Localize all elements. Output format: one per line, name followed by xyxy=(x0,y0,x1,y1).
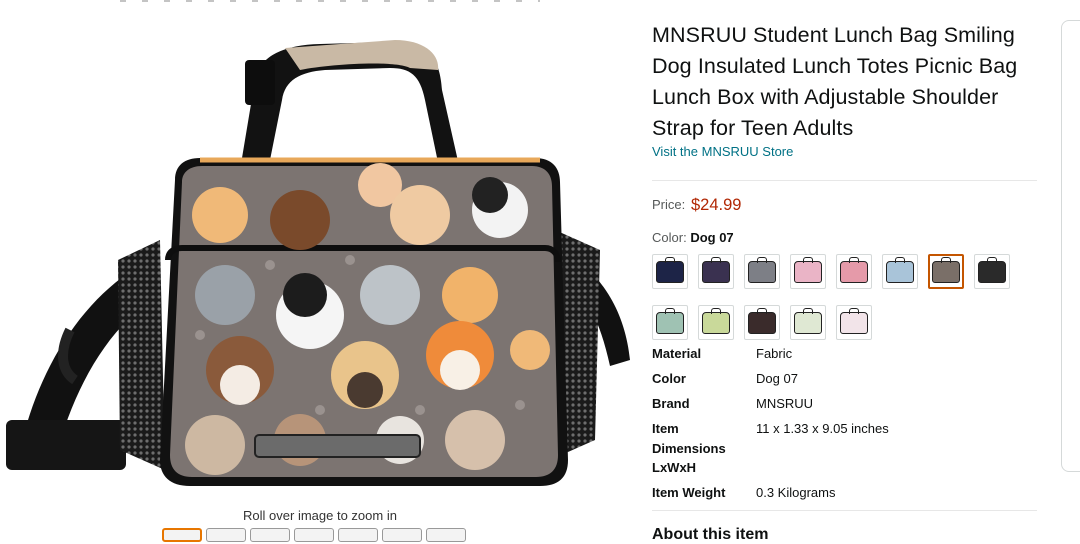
bag-thumbnail-icon xyxy=(748,256,776,283)
spec-key: Item Dimensions LxWxH xyxy=(652,421,726,475)
bag-thumbnail-icon xyxy=(886,256,914,283)
color-swatch-black-red-dogs[interactable] xyxy=(744,305,780,340)
buy-box-edge xyxy=(1061,20,1080,472)
divider xyxy=(652,510,1037,511)
color-swatch-white-pink[interactable] xyxy=(836,305,872,340)
bag-thumbnail-icon xyxy=(702,256,730,283)
color-value: Dog 07 xyxy=(690,230,734,245)
spec-value: 11 x 1.33 x 9.05 inches xyxy=(756,421,889,436)
store-link[interactable]: Visit the MNSRUU Store xyxy=(652,144,793,159)
color-swatch-dog-07[interactable] xyxy=(928,254,964,289)
price: $24.99 xyxy=(691,196,742,214)
color-swatch-black-dogs[interactable] xyxy=(974,254,1010,289)
bag-thumbnail-icon xyxy=(794,307,822,334)
color-swatch-navy-space[interactable] xyxy=(652,254,688,289)
product-title: MNSRUU Student Lunch Bag Smiling Dog Ins… xyxy=(652,23,1018,140)
spec-value: Fabric xyxy=(756,346,793,361)
bag-thumbnail-icon xyxy=(978,256,1006,283)
bag-thumbnail-icon xyxy=(932,256,960,283)
thumbnail[interactable] xyxy=(250,528,290,542)
thumbnail-strip xyxy=(162,528,466,542)
color-swatch-mint-sloths[interactable] xyxy=(652,305,688,340)
thumbnail[interactable] xyxy=(338,528,378,542)
spec-key: Material xyxy=(652,346,702,361)
price-label: Price: xyxy=(652,197,686,212)
spec-value: MNSRUU xyxy=(756,396,814,411)
color-swatch-purple-cats[interactable] xyxy=(698,254,734,289)
spec-key: Item Weight xyxy=(652,485,726,500)
about-heading: About this item xyxy=(652,526,769,543)
bag-thumbnail-icon xyxy=(656,307,684,334)
color-selection-label: Color: Dog 07 xyxy=(652,230,734,245)
thumbnail[interactable] xyxy=(162,528,202,542)
spec-key: Brand xyxy=(652,396,690,411)
thumbnail[interactable] xyxy=(382,528,422,542)
color-swatch-grey-cartoon[interactable] xyxy=(744,254,780,289)
product-image[interactable] xyxy=(0,30,640,500)
spec-value: Dog 07 xyxy=(756,371,798,386)
color-swatch-pink-flamingo[interactable] xyxy=(836,254,872,289)
bag-thumbnail-icon xyxy=(748,307,776,334)
divider xyxy=(652,180,1037,181)
thumbnail[interactable] xyxy=(426,528,466,542)
bag-thumbnail-icon xyxy=(794,256,822,283)
bag-thumbnail-icon xyxy=(656,256,684,283)
color-swatch-green-unicorn[interactable] xyxy=(698,305,734,340)
thumbnail[interactable] xyxy=(294,528,334,542)
color-swatches xyxy=(652,254,1032,340)
bag-thumbnail-icon xyxy=(840,256,868,283)
color-swatch-white-green[interactable] xyxy=(790,305,826,340)
color-swatch-pink-cats[interactable] xyxy=(790,254,826,289)
thumbnail[interactable] xyxy=(206,528,246,542)
product-image-area[interactable]: Roll over image to zoom in xyxy=(0,0,640,542)
color-swatch-light-blue[interactable] xyxy=(882,254,918,289)
bag-thumbnail-icon xyxy=(840,307,868,334)
zoom-hint: Roll over image to zoom in xyxy=(243,508,397,523)
spec-value: 0.3 Kilograms xyxy=(756,485,836,500)
spec-key: Color xyxy=(652,371,686,386)
bag-thumbnail-icon xyxy=(702,307,730,334)
